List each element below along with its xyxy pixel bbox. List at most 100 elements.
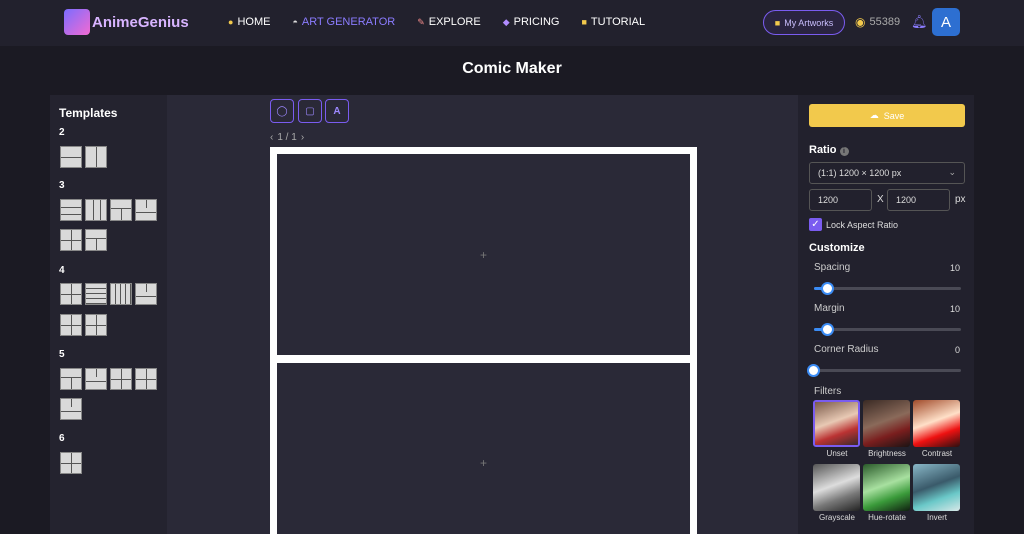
my-artworks-button[interactable]: ■ My Artworks (763, 10, 845, 35)
speech-bubble-round-icon: ◯ (276, 105, 288, 117)
filters-label: Filters (814, 386, 842, 397)
save-label: Save (883, 110, 905, 121)
avatar[interactable]: A (932, 8, 960, 36)
corner-radius-slider[interactable] (807, 364, 961, 377)
template-3-cols[interactable] (85, 199, 107, 221)
template-3-left-split[interactable] (60, 229, 82, 251)
coin-count: 55389 (869, 16, 901, 28)
corner-radius-label: Corner Radius (814, 344, 879, 355)
template-5-a[interactable] (60, 368, 82, 390)
margin-slider[interactable] (814, 323, 961, 336)
home-dot-icon: ● (228, 17, 234, 27)
margin-slider-thumb[interactable] (821, 323, 834, 336)
nav-explore-label: EXPLORE (428, 16, 481, 28)
filter-thumbnail-unset (815, 402, 858, 445)
nav-pricing[interactable]: ◆ PRICING (503, 16, 560, 28)
checkmark-icon: ✓ (811, 219, 820, 230)
text-tool-button[interactable]: A (325, 99, 349, 123)
filter-thumbnail-grayscale (813, 464, 860, 511)
filter-contrast[interactable] (913, 400, 960, 447)
filter-thumbnail-hue-rotate (863, 464, 910, 511)
save-button[interactable]: ☁ Save (809, 104, 965, 127)
template-4-rows[interactable] (85, 283, 107, 305)
ratio-select[interactable]: (1:1) 1200 × 1200 px ⌄ (809, 162, 965, 184)
book-icon: ■ (581, 17, 587, 27)
nav-home[interactable]: ● HOME (228, 16, 270, 28)
nav-art-generator-label: ART GENERATOR (301, 16, 396, 28)
filter-invert-label: Invert (926, 513, 947, 522)
top-navbar: AnimeGenius ● HOME ◓ ART GENERATOR ✎ EXPLOR… (0, 0, 1024, 46)
page-indicator: 1 / 1 (277, 132, 297, 143)
filter-invert[interactable] (913, 464, 960, 511)
comic-panel-2[interactable]: + (277, 363, 690, 534)
logo-text: AnimeGenius (92, 13, 189, 31)
template-3-bottom-split[interactable] (135, 199, 157, 221)
filter-hue-rotate[interactable] (863, 464, 910, 511)
next-page-button[interactable]: › (301, 132, 304, 143)
template-5-d[interactable] (135, 368, 157, 390)
template-group-label: 2 (59, 127, 65, 138)
template-4-grid[interactable] (60, 283, 82, 305)
cloud-upload-icon: ☁ (869, 110, 879, 120)
filter-grayscale[interactable] (813, 464, 860, 511)
page-pager: ‹ 1 / 1 › (270, 132, 304, 143)
filter-unset[interactable] (813, 400, 860, 447)
template-group-label: 4 (59, 265, 65, 276)
templates-title: Templates (59, 106, 118, 120)
add-image-icon: + (479, 456, 487, 470)
coin-balance: ◉ 55389 (855, 15, 900, 29)
template-6-grid[interactable] (60, 452, 82, 474)
template-4-cols[interactable] (110, 283, 132, 305)
customize-heading: Customize (809, 242, 865, 254)
speech-bubble-round-button[interactable]: ◯ (270, 99, 294, 123)
prev-page-button[interactable]: ‹ (270, 132, 273, 143)
speech-bubble-square-button[interactable]: ▢ (298, 99, 322, 123)
page-title: Comic Maker (462, 60, 562, 77)
spacing-value: 10 (949, 263, 960, 273)
template-2-horizontal[interactable] (60, 146, 82, 168)
ratio-value: (1:1) 1200 × 1200 px (818, 168, 902, 178)
main-nav: ● HOME ◓ ART GENERATOR ✎ EXPLORE ◆ PRICING ■… (228, 16, 667, 28)
width-input[interactable]: 1200 (809, 189, 872, 211)
template-group-label: 6 (59, 433, 65, 444)
template-3-right-split[interactable] (85, 229, 107, 251)
info-icon[interactable]: i (839, 147, 849, 156)
filter-thumbnail-contrast (913, 400, 960, 447)
template-3-rows[interactable] (60, 199, 82, 221)
helmet-icon: ◓ (292, 17, 298, 27)
filter-brightness[interactable] (863, 400, 910, 447)
template-4-mixed[interactable] (135, 283, 157, 305)
folder-icon: ■ (774, 17, 781, 28)
nav-tutorial[interactable]: ■ TUTORIAL (581, 16, 645, 28)
pin-icon: ✎ (417, 16, 425, 27)
spacing-label: Spacing (814, 262, 851, 273)
template-5-e[interactable] (60, 398, 82, 420)
template-group-label: 5 (59, 349, 65, 360)
comic-page: + + (270, 147, 697, 534)
unit-label: px (955, 194, 966, 205)
nav-art-generator[interactable]: ◓ ART GENERATOR (292, 16, 395, 28)
template-5-c[interactable] (110, 368, 132, 390)
filter-thumbnail-brightness (863, 400, 910, 447)
corner-radius-value: 0 (954, 345, 960, 355)
nav-explore[interactable]: ✎ EXPLORE (417, 16, 481, 28)
comic-panel-1[interactable]: + (277, 154, 690, 355)
filter-thumbnail-invert (913, 464, 960, 511)
spacing-slider[interactable] (814, 282, 961, 295)
logo-cube-icon (64, 9, 90, 35)
nav-pricing-label: PRICING (513, 16, 560, 28)
height-input[interactable]: 1200 (887, 189, 950, 211)
template-4-offset[interactable] (85, 314, 107, 336)
add-image-icon: + (479, 247, 487, 262)
lock-aspect-checkbox[interactable]: ✓ (809, 218, 822, 231)
filter-contrast-label: Contrast (921, 449, 953, 458)
logo[interactable]: AnimeGenius (64, 9, 189, 35)
corner-radius-slider-thumb[interactable] (807, 364, 820, 377)
spacing-slider-thumb[interactable] (821, 282, 834, 295)
text-a-icon: A (333, 105, 341, 117)
template-4-left-tall[interactable] (60, 314, 82, 336)
bell-icon[interactable]: 🔔︎ (911, 14, 928, 30)
template-5-b[interactable] (85, 368, 107, 390)
template-3-top-split[interactable] (110, 199, 132, 221)
template-2-vertical[interactable] (85, 146, 107, 168)
